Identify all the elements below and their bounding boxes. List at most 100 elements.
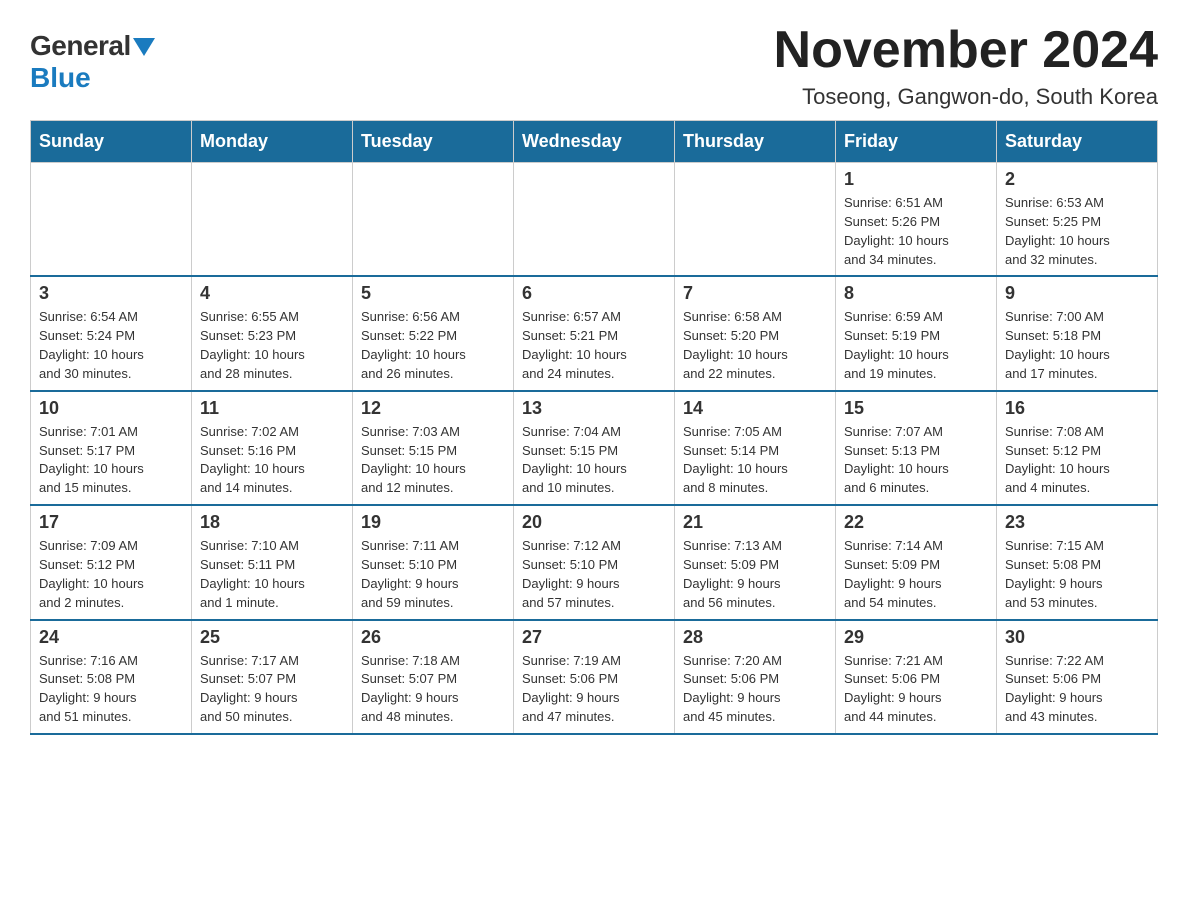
day-number: 19 — [361, 512, 505, 533]
day-number: 1 — [844, 169, 988, 190]
day-number: 9 — [1005, 283, 1149, 304]
calendar-day-cell: 19 Sunrise: 7:11 AM Sunset: 5:10 PM Dayli… — [353, 505, 514, 619]
calendar-week-row: 24Sunrise: 7:16 AM Sunset: 5:08 PM Dayli… — [31, 620, 1158, 734]
day-number: 25 — [200, 627, 344, 648]
day-info: Sunrise: 6:59 AM Sunset: 5:19 PM Dayligh… — [844, 308, 988, 383]
calendar-day-cell: 11Sunrise: 7:02 AM Sunset: 5:16 PM Dayli… — [192, 391, 353, 505]
calendar-week-row: 3 Sunrise: 6:54 AM Sunset: 5:24 PM Daylig… — [31, 276, 1158, 390]
calendar-day-cell: 2 Sunrise: 6:53 AM Sunset: 5:25 PM Daylig… — [997, 163, 1158, 277]
calendar-day-cell: 5Sunrise: 6:56 AM Sunset: 5:22 PM Daylig… — [353, 276, 514, 390]
calendar-day-cell: 12 Sunrise: 7:03 AM Sunset: 5:15 PM Dayli… — [353, 391, 514, 505]
day-number: 22 — [844, 512, 988, 533]
day-number: 15 — [844, 398, 988, 419]
day-number: 12 — [361, 398, 505, 419]
day-number: 30 — [1005, 627, 1149, 648]
day-info: Sunrise: 6:53 AM Sunset: 5:25 PM Dayligh… — [1005, 194, 1149, 269]
logo-triangle-icon — [133, 38, 155, 56]
calendar-day-cell: 18 Sunrise: 7:10 AM Sunset: 5:11 PM Dayli… — [192, 505, 353, 619]
calendar-day-cell — [31, 163, 192, 277]
day-info: Sunrise: 7:14 AM Sunset: 5:09 PM Dayligh… — [844, 537, 988, 612]
weekday-header: Thursday — [675, 121, 836, 163]
calendar-day-cell: 9 Sunrise: 7:00 AM Sunset: 5:18 PM Daylig… — [997, 276, 1158, 390]
day-info: Sunrise: 6:58 AM Sunset: 5:20 PM Dayligh… — [683, 308, 827, 383]
day-info: Sunrise: 6:57 AM Sunset: 5:21 PM Dayligh… — [522, 308, 666, 383]
calendar-day-cell — [353, 163, 514, 277]
day-info: Sunrise: 7:08 AM Sunset: 5:12 PM Dayligh… — [1005, 423, 1149, 498]
calendar-day-cell — [514, 163, 675, 277]
day-number: 3 — [39, 283, 183, 304]
day-number: 20 — [522, 512, 666, 533]
day-info: Sunrise: 6:54 AM Sunset: 5:24 PM Dayligh… — [39, 308, 183, 383]
day-info: Sunrise: 7:17 AM Sunset: 5:07 PM Dayligh… — [200, 652, 344, 727]
day-number: 24 — [39, 627, 183, 648]
day-number: 26 — [361, 627, 505, 648]
day-number: 2 — [1005, 169, 1149, 190]
day-number: 16 — [1005, 398, 1149, 419]
calendar-day-cell: 7 Sunrise: 6:58 AM Sunset: 5:20 PM Daylig… — [675, 276, 836, 390]
calendar-day-cell: 13 Sunrise: 7:04 AM Sunset: 5:15 PM Dayli… — [514, 391, 675, 505]
day-info: Sunrise: 6:55 AM Sunset: 5:23 PM Dayligh… — [200, 308, 344, 383]
day-info: Sunrise: 7:15 AM Sunset: 5:08 PM Dayligh… — [1005, 537, 1149, 612]
calendar-day-cell: 25 Sunrise: 7:17 AM Sunset: 5:07 PM Dayli… — [192, 620, 353, 734]
calendar-day-cell — [192, 163, 353, 277]
subtitle: Toseong, Gangwon-do, South Korea — [774, 84, 1158, 110]
calendar-day-cell: 4 Sunrise: 6:55 AM Sunset: 5:23 PM Daylig… — [192, 276, 353, 390]
weekday-header: Tuesday — [353, 121, 514, 163]
calendar-day-cell: 20 Sunrise: 7:12 AM Sunset: 5:10 PM Dayli… — [514, 505, 675, 619]
day-info: Sunrise: 7:09 AM Sunset: 5:12 PM Dayligh… — [39, 537, 183, 612]
day-number: 6 — [522, 283, 666, 304]
calendar-day-cell: 21Sunrise: 7:13 AM Sunset: 5:09 PM Dayli… — [675, 505, 836, 619]
calendar-day-cell: 3 Sunrise: 6:54 AM Sunset: 5:24 PM Daylig… — [31, 276, 192, 390]
calendar-day-cell: 24Sunrise: 7:16 AM Sunset: 5:08 PM Dayli… — [31, 620, 192, 734]
day-info: Sunrise: 7:04 AM Sunset: 5:15 PM Dayligh… — [522, 423, 666, 498]
day-number: 17 — [39, 512, 183, 533]
weekday-header: Monday — [192, 121, 353, 163]
calendar-table: SundayMondayTuesdayWednesdayThursdayFrid… — [30, 120, 1158, 735]
calendar-day-cell: 17 Sunrise: 7:09 AM Sunset: 5:12 PM Dayli… — [31, 505, 192, 619]
page-header: General Blue November 2024 Toseong, Gang… — [30, 20, 1158, 110]
day-info: Sunrise: 7:22 AM Sunset: 5:06 PM Dayligh… — [1005, 652, 1149, 727]
day-number: 8 — [844, 283, 988, 304]
calendar-header: SundayMondayTuesdayWednesdayThursdayFrid… — [31, 121, 1158, 163]
day-info: Sunrise: 7:10 AM Sunset: 5:11 PM Dayligh… — [200, 537, 344, 612]
day-info: Sunrise: 7:05 AM Sunset: 5:14 PM Dayligh… — [683, 423, 827, 498]
calendar-day-cell: 22 Sunrise: 7:14 AM Sunset: 5:09 PM Dayli… — [836, 505, 997, 619]
day-number: 4 — [200, 283, 344, 304]
weekday-header: Wednesday — [514, 121, 675, 163]
day-number: 13 — [522, 398, 666, 419]
calendar-day-cell: 10 Sunrise: 7:01 AM Sunset: 5:17 PM Dayli… — [31, 391, 192, 505]
day-info: Sunrise: 7:11 AM Sunset: 5:10 PM Dayligh… — [361, 537, 505, 612]
calendar-day-cell: 14 Sunrise: 7:05 AM Sunset: 5:14 PM Dayli… — [675, 391, 836, 505]
calendar-week-row: 1Sunrise: 6:51 AM Sunset: 5:26 PM Daylig… — [31, 163, 1158, 277]
day-info: Sunrise: 7:07 AM Sunset: 5:13 PM Dayligh… — [844, 423, 988, 498]
calendar-day-cell: 26Sunrise: 7:18 AM Sunset: 5:07 PM Dayli… — [353, 620, 514, 734]
day-info: Sunrise: 6:56 AM Sunset: 5:22 PM Dayligh… — [361, 308, 505, 383]
calendar-day-cell: 28Sunrise: 7:20 AM Sunset: 5:06 PM Dayli… — [675, 620, 836, 734]
calendar-day-cell: 6 Sunrise: 6:57 AM Sunset: 5:21 PM Daylig… — [514, 276, 675, 390]
calendar-day-cell: 23 Sunrise: 7:15 AM Sunset: 5:08 PM Dayli… — [997, 505, 1158, 619]
day-number: 29 — [844, 627, 988, 648]
day-info: Sunrise: 7:03 AM Sunset: 5:15 PM Dayligh… — [361, 423, 505, 498]
weekday-header: Sunday — [31, 121, 192, 163]
calendar-day-cell: 16 Sunrise: 7:08 AM Sunset: 5:12 PM Dayli… — [997, 391, 1158, 505]
day-number: 23 — [1005, 512, 1149, 533]
calendar-day-cell: 30 Sunrise: 7:22 AM Sunset: 5:06 PM Dayli… — [997, 620, 1158, 734]
logo-blue-text: Blue — [30, 62, 91, 94]
day-number: 10 — [39, 398, 183, 419]
day-number: 21 — [683, 512, 827, 533]
calendar-week-row: 17 Sunrise: 7:09 AM Sunset: 5:12 PM Dayli… — [31, 505, 1158, 619]
day-number: 18 — [200, 512, 344, 533]
day-info: Sunrise: 7:02 AM Sunset: 5:16 PM Dayligh… — [200, 423, 344, 498]
weekday-header: Friday — [836, 121, 997, 163]
day-info: Sunrise: 7:19 AM Sunset: 5:06 PM Dayligh… — [522, 652, 666, 727]
day-info: Sunrise: 7:01 AM Sunset: 5:17 PM Dayligh… — [39, 423, 183, 498]
day-number: 7 — [683, 283, 827, 304]
calendar-week-row: 10 Sunrise: 7:01 AM Sunset: 5:17 PM Dayli… — [31, 391, 1158, 505]
day-number: 14 — [683, 398, 827, 419]
main-title: November 2024 — [774, 20, 1158, 80]
day-info: Sunrise: 7:12 AM Sunset: 5:10 PM Dayligh… — [522, 537, 666, 612]
calendar-day-cell: 29Sunrise: 7:21 AM Sunset: 5:06 PM Dayli… — [836, 620, 997, 734]
day-info: Sunrise: 7:00 AM Sunset: 5:18 PM Dayligh… — [1005, 308, 1149, 383]
title-section: November 2024 Toseong, Gangwon-do, South… — [774, 20, 1158, 110]
calendar-day-cell: 1Sunrise: 6:51 AM Sunset: 5:26 PM Daylig… — [836, 163, 997, 277]
